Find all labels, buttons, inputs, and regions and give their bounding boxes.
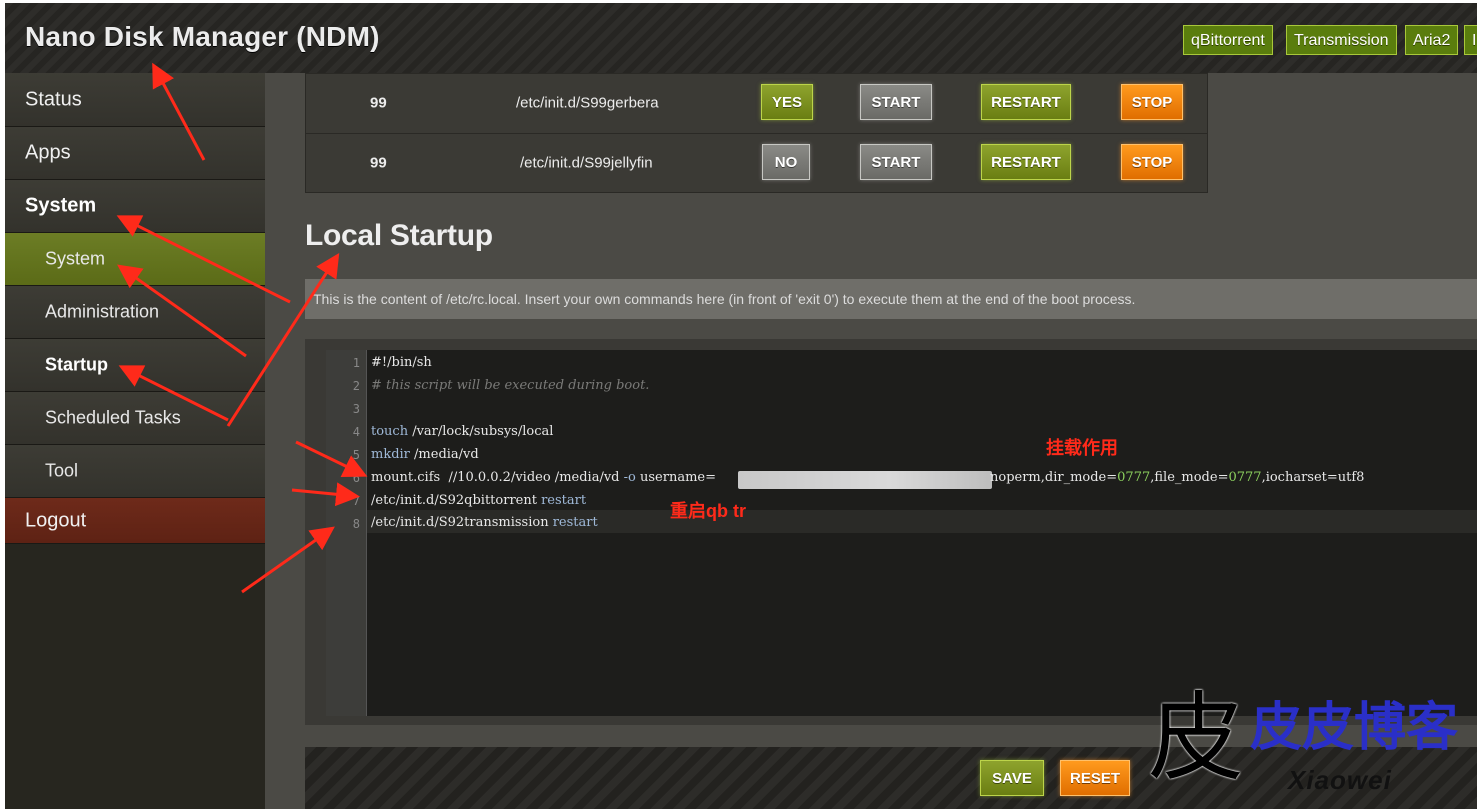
line-number: 4 (352, 425, 360, 439)
line-number-gutter: 1 2 3 4 5 6 7 8 (326, 350, 367, 716)
code-editor[interactable]: 1 2 3 4 5 6 7 8 #!/bin/sh # this script … (326, 350, 1477, 716)
code-line: /etc/init.d/S92transmission restart (371, 515, 598, 530)
sidebar-item-system[interactable]: System (5, 180, 265, 233)
app-title: Nano Disk Manager (NDM) (25, 21, 380, 52)
code-number: 0777 (1228, 470, 1262, 485)
redacted-credentials (738, 471, 992, 489)
sidebar-item-label: Tool (45, 460, 79, 481)
priority-cell: 99 (370, 94, 387, 112)
sidebar-subitem-tool[interactable]: Tool (5, 445, 265, 498)
line-number: 2 (352, 379, 360, 393)
editor-container: 1 2 3 4 5 6 7 8 #!/bin/sh # this script … (305, 339, 1477, 725)
code-line: /etc/init.d/S92qbittorrent restart (371, 493, 586, 508)
header: Nano Disk Manager (NDM) qBittorrent Tran… (5, 3, 1477, 74)
table-row: 99 /etc/init.d/S99gerbera YES START REST… (306, 74, 1207, 132)
aria2-button[interactable]: Aria2 (1405, 25, 1459, 55)
sidebar-item-logout[interactable]: Logout (5, 498, 265, 544)
enabled-toggle-button[interactable]: NO (762, 144, 810, 180)
code-keyword: restart (552, 515, 598, 530)
table-row: 99 /etc/init.d/S99jellyfin NO START REST… (306, 133, 1207, 192)
app-window: Nano Disk Manager (NDM) qBittorrent Tran… (5, 3, 1477, 809)
save-button[interactable]: SAVE (980, 760, 1044, 796)
script-cell: /etc/init.d/S99gerbera (516, 94, 659, 112)
code-text: ,iocharset=utf8 (1261, 470, 1365, 485)
code-text: /etc/init.d/S92transmission (371, 515, 553, 530)
annotation-restart-note: 重启qb tr (670, 501, 746, 521)
reset-button[interactable]: RESET (1060, 760, 1130, 796)
enabled-toggle-button[interactable]: YES (761, 84, 813, 120)
sidebar-subitem-system[interactable]: System (5, 233, 265, 286)
code-text: mount.cifs //10.0.0.2/video /media/vd (371, 470, 624, 485)
code-text: /var/lock/subsys/local (408, 424, 554, 439)
restart-button[interactable]: RESTART (981, 144, 1071, 180)
annotation-mount-note: 挂载作用 (1046, 438, 1118, 458)
start-button[interactable]: START (860, 84, 932, 120)
code-text: /media/vd (409, 447, 479, 462)
sidebar-subitem-administration[interactable]: Administration (5, 286, 265, 339)
sidebar-item-label: Scheduled Tasks (45, 407, 181, 428)
watermark-chinese: 皮皮博客 (1250, 699, 1459, 757)
code-line: #!/bin/sh (371, 355, 432, 370)
script-cell: /etc/init.d/S99jellyfin (520, 154, 653, 172)
code-text: /etc/init.d/S92qbittorrent (371, 493, 542, 508)
line-number: 6 (352, 471, 360, 485)
code-text: noperm,dir_mode= (990, 470, 1118, 485)
line-number: 3 (352, 402, 360, 416)
code-number: 0777 (1117, 470, 1151, 485)
sidebar-subitem-startup[interactable]: Startup (5, 339, 265, 392)
watermark-english: Xiaowei (1288, 765, 1392, 795)
watermark-glyph: 皮 (1148, 682, 1244, 794)
code-keyword: mkdir (371, 447, 410, 462)
init-scripts-table: 99 /etc/init.d/S99gerbera YES START REST… (305, 73, 1208, 193)
sidebar-item-label: System (45, 248, 106, 269)
code-line: mount.cifs //10.0.0.2/video /media/vd -o… (371, 470, 716, 485)
sidebar-item-apps[interactable]: Apps (5, 127, 265, 180)
line-number: 5 (352, 448, 360, 462)
stop-button[interactable]: STOP (1121, 144, 1183, 180)
code-option: -o (623, 470, 636, 485)
code-line-continuation: noperm,dir_mode=0777,file_mode=0777,ioch… (990, 470, 1364, 485)
code-comment: # this script will be executed during bo… (371, 378, 650, 393)
line-number: 8 (352, 517, 360, 531)
code-keyword: touch (371, 424, 409, 439)
line-number: 1 (352, 356, 360, 370)
sidebar: Status Apps System System Administration… (5, 73, 265, 809)
sidebar-item-status[interactable]: Status (5, 73, 265, 127)
start-button[interactable]: START (860, 144, 932, 180)
line-number: 7 (352, 494, 360, 508)
sidebar-item-label: Logout (25, 509, 87, 531)
sidebar-item-label: Administration (45, 301, 160, 322)
sidebar-item-label: System (25, 194, 97, 217)
sidebar-item-label: Apps (25, 141, 71, 164)
sidebar-item-label: Status (25, 88, 82, 110)
code-line: # this script will be executed during bo… (371, 378, 649, 393)
priority-cell: 99 (370, 154, 387, 172)
stop-button[interactable]: STOP (1121, 84, 1183, 120)
code-keyword: restart (541, 493, 587, 508)
restart-button[interactable]: RESTART (981, 84, 1071, 120)
section-description: This is the content of /etc/rc.local. In… (305, 279, 1477, 319)
transmission-button[interactable]: Transmission (1286, 25, 1397, 55)
code-text: username= (635, 470, 716, 485)
qbittorrent-button[interactable]: qBittorrent (1183, 25, 1273, 55)
code-line: touch /var/lock/subsys/local (371, 424, 553, 439)
section-title: Local Startup (305, 219, 493, 252)
code-line: mkdir /media/vd (371, 447, 479, 462)
more-app-button[interactable]: I (1464, 25, 1477, 55)
code-text: ,file_mode= (1150, 470, 1229, 485)
sidebar-item-label: Startup (45, 354, 108, 375)
sidebar-subitem-scheduled-tasks[interactable]: Scheduled Tasks (5, 392, 265, 445)
code-text: #!/bin/sh (371, 355, 432, 370)
